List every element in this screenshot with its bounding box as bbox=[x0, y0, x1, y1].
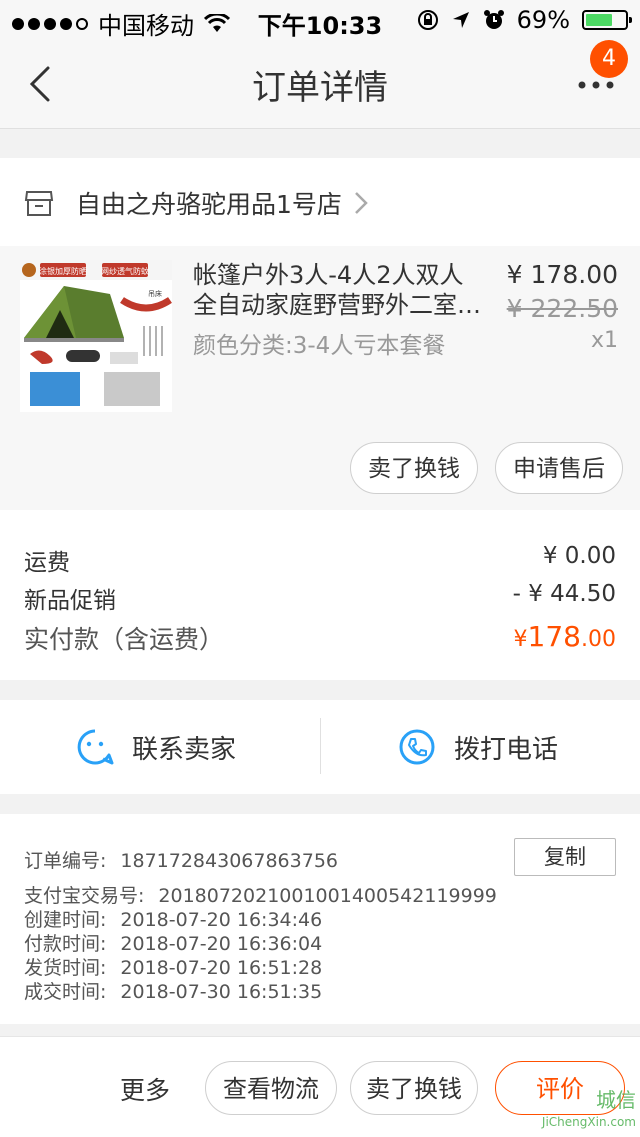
view-logistics-button[interactable]: 查看物流 bbox=[205, 1061, 337, 1115]
completed-label: 成交时间: bbox=[24, 981, 107, 1003]
created-label: 创建时间: bbox=[24, 909, 107, 931]
total-dec: .00 bbox=[581, 627, 616, 652]
total-currency: ¥ bbox=[513, 627, 528, 652]
alipay-label: 支付宝交易号: bbox=[24, 885, 145, 907]
thumb-label-3: 吊床 bbox=[148, 289, 162, 298]
sell-for-cash-button[interactable]: 卖了换钱 bbox=[350, 442, 478, 494]
alipay-row: 支付宝交易号: 2018072021001001400542119999 bbox=[24, 881, 497, 908]
battery-percent: 69% bbox=[516, 6, 570, 34]
shipping-label: 运费 bbox=[24, 550, 70, 576]
product-title-line2: 全自动家庭野营野外二室… bbox=[193, 291, 481, 319]
watermark-sub: JiChengXin.com bbox=[541, 1115, 636, 1129]
chevron-right-icon bbox=[355, 192, 368, 214]
total-label: 实付款（含运费） bbox=[24, 625, 225, 654]
order-number-row: 订单编号: 1871728430678637​56 bbox=[24, 846, 338, 873]
phone-icon bbox=[399, 729, 435, 765]
shipped-label: 发货时间: bbox=[24, 957, 107, 979]
page-title: 订单详情 bbox=[252, 68, 388, 108]
sell-for-cash-bottom-button[interactable]: 卖了换钱 bbox=[350, 1061, 478, 1115]
total-value: ¥178.00 bbox=[514, 620, 616, 653]
contact-bar: 联系卖家 拨打电话 bbox=[0, 700, 640, 794]
promo-row: 新品促销 - ¥ 44.50 bbox=[24, 581, 616, 615]
tent-image: 涂银加厚防晒 网纱透气防蚊 吊床 bbox=[20, 260, 172, 412]
product-item: 涂银加厚防晒 网纱透气防蚊 吊床 帐篷户外3人-4人2人双人 全自动家庭野营野外… bbox=[0, 246, 640, 510]
order-info: 订单编号: 1871728430678637​56 复制 支付宝交易号: 20180… bbox=[0, 814, 640, 1024]
location-icon bbox=[452, 12, 469, 28]
contact-seller-button[interactable]: 联系卖家 bbox=[76, 700, 236, 794]
copy-order-number-button[interactable]: 复制 bbox=[514, 838, 616, 876]
more-button[interactable]: 更多 bbox=[120, 1071, 170, 1107]
thumb-label-1: 涂银加厚防晒 bbox=[39, 266, 87, 276]
paid-label: 付款时间: bbox=[24, 933, 107, 955]
total-row: 实付款（含运费） ¥178.00 bbox=[24, 620, 616, 656]
order-number: 1871728430678637​56 bbox=[120, 850, 338, 872]
shipping-row: 运费 ¥ 0.00 bbox=[24, 543, 616, 577]
product-quantity: x1 bbox=[590, 328, 618, 353]
bottom-action-bar: 更多 查看物流 卖了换钱 评价 城信 JiChengXin.com bbox=[0, 1036, 640, 1137]
product-original-price: ¥ 222.50 bbox=[506, 294, 618, 323]
order-number-label: 订单编号: bbox=[24, 850, 107, 872]
contact-divider bbox=[320, 718, 321, 774]
promo-label: 新品促销 bbox=[24, 588, 116, 614]
after-sale-button[interactable]: 申请售后 bbox=[495, 442, 623, 494]
shipped-time: 2018-07-20 16:51:28 bbox=[120, 957, 323, 979]
alipay-number: 2018072021001001400542119999 bbox=[158, 885, 497, 907]
created-time: 2018-07-20 16:34:46 bbox=[120, 909, 323, 931]
site-watermark: 城信 JiChengXin.com bbox=[524, 1089, 636, 1133]
watermark-text: 城信 bbox=[596, 1088, 636, 1112]
paid-row: 付款时间: 2018-07-20 16:36:04 bbox=[24, 929, 322, 956]
thumb-label-2: 网纱透气防蚊 bbox=[101, 266, 149, 276]
call-phone-button[interactable]: 拨打电话 bbox=[398, 700, 558, 794]
paid-time: 2018-07-20 16:36:04 bbox=[120, 933, 323, 955]
product-title[interactable]: 帐篷户外3人-4人2人双人 全自动家庭野营野外二室… bbox=[193, 260, 493, 320]
call-phone-label: 拨打电话 bbox=[454, 734, 559, 765]
product-thumbnail[interactable]: 涂银加厚防晒 网纱透气防蚊 吊床 bbox=[20, 260, 172, 412]
product-title-line1: 帐篷户外3人-4人2人双人 bbox=[193, 261, 464, 289]
navigation-bar: 订单详情 4 bbox=[0, 40, 640, 129]
shop-row[interactable]: 自由之舟骆驼用品1号店 bbox=[0, 158, 640, 246]
completed-row: 成交时间: 2018-07-30 16:51:35 bbox=[24, 977, 322, 1004]
message-count-badge: 4 bbox=[590, 40, 628, 78]
completed-time: 2018-07-30 16:51:35 bbox=[120, 981, 323, 1003]
shipped-row: 发货时间: 2018-07-20 16:51:28 bbox=[24, 953, 322, 980]
battery-icon bbox=[582, 10, 632, 30]
created-row: 创建时间: 2018-07-20 16:34:46 bbox=[24, 905, 322, 932]
shop-name: 自由之舟骆驼用品1号店 bbox=[76, 190, 342, 219]
total-int: 178 bbox=[527, 620, 581, 653]
fee-summary: 运费 ¥ 0.00 新品促销 - ¥ 44.50 实付款（含运费） ¥178.0… bbox=[0, 510, 640, 680]
status-bar: 中国移动 下午10:33 69% bbox=[0, 0, 640, 40]
contact-seller-label: 联系卖家 bbox=[132, 734, 237, 765]
product-sku: 颜色分类:3-4人亏本套餐 bbox=[193, 333, 446, 359]
chat-face-icon bbox=[77, 729, 114, 765]
promo-value: - ¥ 44.50 bbox=[512, 581, 616, 607]
shop-icon bbox=[24, 191, 54, 216]
alarm-icon bbox=[483, 10, 504, 29]
rotation-lock-icon bbox=[417, 10, 438, 30]
battery-level bbox=[586, 14, 613, 26]
shipping-value: ¥ 0.00 bbox=[542, 543, 616, 569]
status-right: 69% bbox=[417, 6, 632, 34]
product-price: ¥ 178.00 bbox=[506, 260, 618, 289]
